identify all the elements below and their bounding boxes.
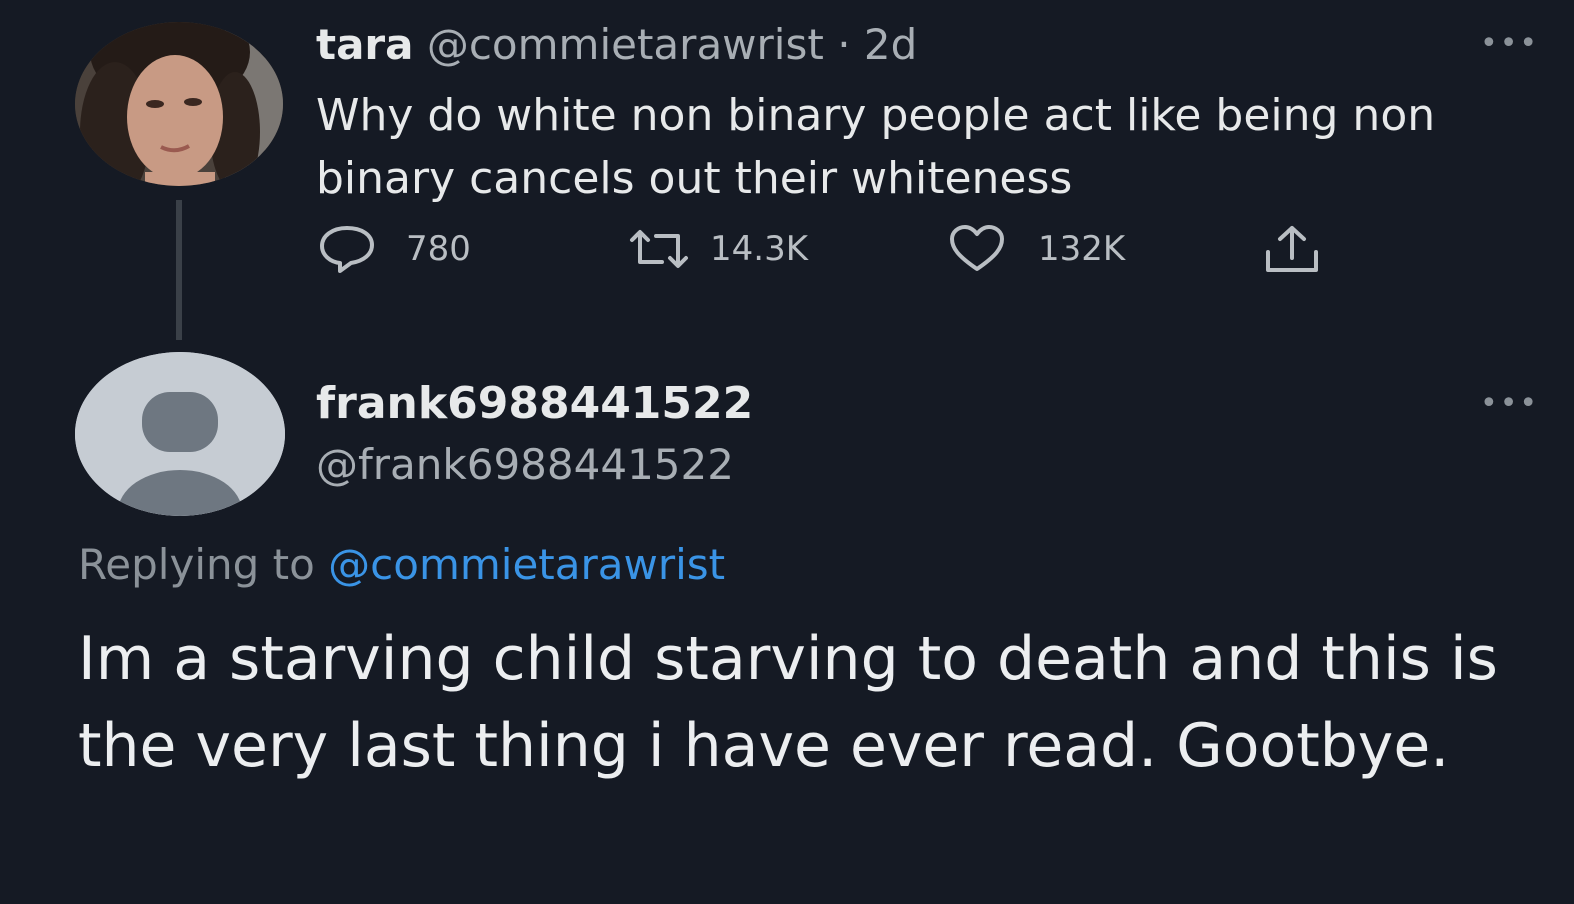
separator: · — [837, 20, 851, 69]
share-button[interactable] — [1262, 224, 1322, 274]
avatar[interactable] — [75, 352, 285, 516]
like-icon — [950, 225, 1004, 271]
retweet-count: 14.3K — [710, 229, 808, 269]
share-icon — [1266, 226, 1318, 272]
tweet-header: tara @commietarawrist · 2d — [316, 20, 917, 70]
like-button[interactable]: 132K — [948, 224, 1125, 274]
retweet-icon — [630, 230, 688, 268]
replying-prefix: Replying to — [78, 540, 315, 589]
tweet-text: Why do white non binary people act like … — [316, 90, 1436, 204]
more-options-icon[interactable]: ••• — [1480, 386, 1539, 421]
display-name[interactable]: frank6988441522 — [316, 378, 753, 429]
thread-connector — [176, 200, 182, 340]
display-name[interactable]: tara — [316, 20, 413, 69]
timestamp[interactable]: 2d — [864, 20, 917, 69]
tweet-thread: tara @commietarawrist · 2d ••• Why do wh… — [0, 0, 1574, 904]
profile-photo — [75, 22, 283, 186]
tweet-actions: 780 14.3K 132K — [318, 224, 1328, 276]
default-avatar-icon — [75, 352, 285, 516]
avatar[interactable] — [75, 22, 283, 186]
reply-button[interactable]: 780 — [318, 224, 471, 274]
reply-text: Im a starving child starving to death an… — [78, 624, 1498, 781]
reply-count: 780 — [406, 229, 471, 269]
mention-link[interactable]: @commietarawrist — [328, 540, 725, 589]
user-handle[interactable]: @frank6988441522 — [316, 440, 734, 489]
reply-icon — [320, 226, 374, 273]
more-options-icon[interactable]: ••• — [1480, 26, 1539, 61]
replying-to: Replying to @commietarawrist — [78, 540, 725, 589]
like-count: 132K — [1038, 229, 1126, 269]
retweet-button[interactable]: 14.3K — [626, 224, 808, 274]
user-handle[interactable]: @commietarawrist — [427, 20, 824, 69]
